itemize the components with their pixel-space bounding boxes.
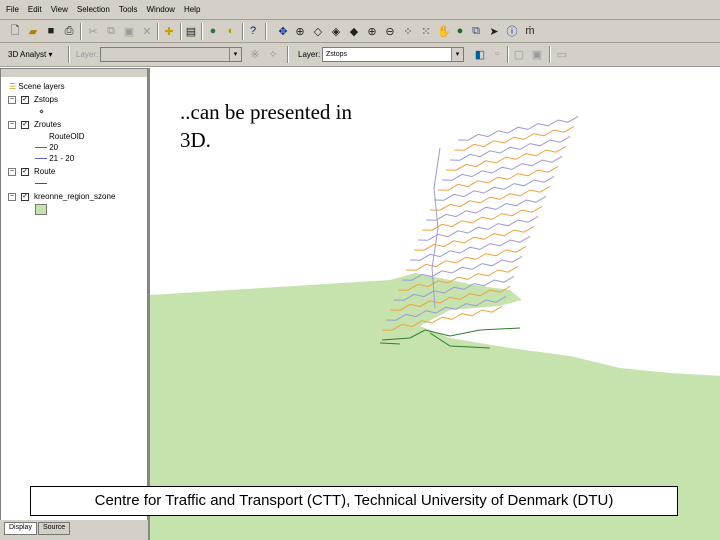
menu-help[interactable]: Help xyxy=(184,5,200,14)
separator xyxy=(549,46,551,63)
separator xyxy=(80,23,82,40)
separator xyxy=(287,46,289,63)
slide-footer: Centre for Traffic and Transport (CTT), … xyxy=(30,486,678,516)
contour-icon[interactable]: ※ xyxy=(248,47,262,61)
collapse-icon[interactable]: − xyxy=(8,95,16,104)
menu-edit[interactable]: Edit xyxy=(28,5,42,14)
delete-icon[interactable]: ✕ xyxy=(140,24,154,38)
globe-icon[interactable]: ● xyxy=(206,24,220,38)
narrow-fov-icon[interactable]: ⁘ xyxy=(401,24,415,38)
separator xyxy=(68,46,70,63)
toc-layer-region[interactable]: − ✓ kreonne_region_szone xyxy=(8,192,115,201)
tab-display[interactable]: Display xyxy=(4,522,37,535)
layer-label: Layer: xyxy=(76,50,99,59)
layer-checkbox[interactable]: ✓ xyxy=(21,167,29,176)
select-graphics-icon[interactable]: ⧉ xyxy=(469,24,483,38)
3d-analyst-menu[interactable]: 3D Analyst ▾ xyxy=(8,50,53,59)
layer-order-icon[interactable]: ▫ xyxy=(490,47,504,61)
standard-toolbar: 🗋 ▰ ■ ⎙ ✂ ⧉ ▣ ✕ ✚ ▤ ● ◐ ? ✥ ⊕ ◇ ◈ ◆ ⊕ ⊖ … xyxy=(0,20,720,43)
toc-layer-zstops[interactable]: − ✓ Zstops xyxy=(8,95,58,104)
menu-bar: File Edit View Selection Tools Window He… xyxy=(0,0,720,20)
separator xyxy=(157,23,159,40)
legend-class: 20 xyxy=(35,143,58,152)
separator xyxy=(242,23,244,40)
navigate-icon[interactable]: ✥ xyxy=(276,24,290,38)
steepest-path-icon[interactable]: ✧ xyxy=(266,47,280,61)
layer-checkbox[interactable]: ✓ xyxy=(21,95,29,104)
layer-label: Layer: xyxy=(298,50,321,59)
toc-root[interactable]: ☰ Scene layers xyxy=(9,82,65,91)
copy-icon[interactable]: ⧉ xyxy=(104,24,118,38)
open-icon[interactable]: ▰ xyxy=(26,24,40,38)
legend-class: 21 - 20 xyxy=(35,154,74,163)
zoom-in-icon[interactable]: ⊕ xyxy=(365,24,379,38)
expand-fov-icon[interactable]: ⁙ xyxy=(419,24,433,38)
toc-tabs: Display Source xyxy=(0,520,148,540)
toc-layer-route[interactable]: − ✓ Route xyxy=(8,167,55,176)
3d-effects-icon[interactable]: ◧ xyxy=(473,47,487,61)
separator xyxy=(180,23,182,40)
identify-icon[interactable]: ⓘ xyxy=(505,24,519,38)
legend-field: RouteOID xyxy=(49,132,85,141)
polygon-symbol xyxy=(35,204,47,215)
collapse-icon[interactable]: − xyxy=(8,167,16,176)
center-target-icon[interactable]: ◇ xyxy=(311,24,325,38)
find-icon[interactable]: ṁ xyxy=(523,24,537,38)
layer-checkbox[interactable]: ✓ xyxy=(21,120,29,129)
menu-file[interactable]: File xyxy=(6,5,19,14)
3d-analyst-toolbar: 3D Analyst ▾ Layer: ▾ ※ ✧ Layer: Zstops ▾… xyxy=(0,43,720,67)
print-icon[interactable]: ⎙ xyxy=(62,24,76,38)
cut-icon[interactable]: ✂ xyxy=(86,24,100,38)
table-of-contents: ☰ Scene layers − ✓ Zstops ⋄ − ✓ Zroutes Rout… xyxy=(0,68,148,540)
collapse-icon[interactable]: − xyxy=(8,120,16,129)
whats-this-icon[interactable]: ? xyxy=(246,24,260,38)
tab-source[interactable]: Source xyxy=(38,522,71,535)
layer-checkbox[interactable]: ✓ xyxy=(21,192,29,201)
select-elements-icon[interactable]: ➤ xyxy=(487,24,501,38)
separator xyxy=(201,23,203,40)
point-symbol: ⋄ xyxy=(39,107,45,116)
scene-layer-select[interactable]: Zstops ▾ xyxy=(322,47,464,62)
animation-icon[interactable]: ◐ xyxy=(224,24,238,38)
save-icon[interactable]: ■ xyxy=(44,24,58,38)
menu-tools[interactable]: Tools xyxy=(119,5,138,14)
zoom-out-icon[interactable]: ⊖ xyxy=(383,24,397,38)
menu-window[interactable]: Window xyxy=(147,5,175,14)
scene-properties-icon[interactable]: ▤ xyxy=(184,24,198,38)
menu-view[interactable]: View xyxy=(51,5,68,14)
paste-icon[interactable]: ▣ xyxy=(122,24,136,38)
separator xyxy=(265,23,267,40)
face-culling-icon[interactable]: ▢ xyxy=(512,47,526,61)
toc-layer-zroutes[interactable]: − ✓ Zroutes xyxy=(8,120,61,129)
collapse-icon[interactable]: − xyxy=(8,192,16,201)
slide-caption: ..can be presented in 3D. xyxy=(180,100,353,152)
full-extent-icon[interactable]: ● xyxy=(453,24,467,38)
pan-icon[interactable]: ✋ xyxy=(437,24,451,38)
set-observer-icon[interactable]: ◆ xyxy=(347,24,361,38)
new-icon[interactable]: 🗋 xyxy=(8,24,22,38)
route-symbol xyxy=(35,183,47,184)
layers-icon: ☰ xyxy=(9,82,17,91)
separator xyxy=(507,46,509,63)
fly-icon[interactable]: ⊕ xyxy=(293,24,307,38)
shading-icon[interactable]: ▭ xyxy=(555,47,569,61)
zoom-to-target-icon[interactable]: ◈ xyxy=(329,24,343,38)
depth-priority-icon[interactable]: ▣ xyxy=(530,47,544,61)
route-3d-line xyxy=(457,115,579,141)
menu-selection[interactable]: Selection xyxy=(77,5,110,14)
analyst-layer-select[interactable]: ▾ xyxy=(100,47,242,62)
add-data-icon[interactable]: ✚ xyxy=(162,24,176,38)
